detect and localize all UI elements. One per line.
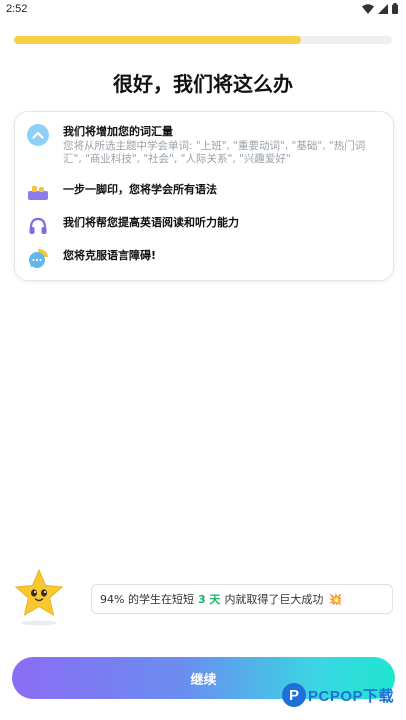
feature-listening: 我们将帮您提高英语阅读和听力能力	[27, 215, 239, 237]
promo-highlight: 3 天	[197, 593, 221, 606]
star-mascot-icon	[14, 568, 64, 626]
watermark-logo-icon: P	[282, 683, 306, 707]
explosion-icon: 💥	[328, 592, 343, 606]
features-card: 我们将增加您的词汇量 您将从所选主题中学会单词: "上班", "重要动词", "…	[14, 111, 394, 281]
status-bar: 2:52	[0, 0, 406, 20]
signal-icon	[378, 3, 388, 14]
feature-description: 您将从所选主题中学会单词: "上班", "重要动词", "基础", "热门词汇"…	[63, 140, 366, 165]
footprint-icon	[28, 186, 48, 200]
wifi-icon	[362, 3, 374, 14]
status-time: 2:52	[6, 3, 28, 15]
chat-bubble-icon	[29, 249, 48, 268]
headphones-icon	[29, 217, 47, 234]
page-title: 很好，我们将这么办	[113, 72, 293, 96]
promo-message: 94% 的学生在短短 3 天 内就取得了巨大成功 💥	[91, 584, 393, 614]
chevron-up-circle-icon	[27, 124, 49, 146]
feature-title: 您将克服语言障碍!	[63, 249, 157, 262]
promo-prefix: 94% 的学生在短短	[100, 593, 194, 606]
progress-fill	[14, 36, 302, 44]
progress-bar	[14, 36, 392, 44]
continue-button-label: 继续	[190, 672, 217, 688]
watermark-text: PCPOP下载	[308, 687, 395, 705]
feature-grammar: 一步一脚印，您将学会所有语法	[27, 182, 217, 204]
promo-suffix: 内就取得了巨大成功	[224, 593, 324, 606]
feature-title: 一步一脚印，您将学会所有语法	[63, 183, 217, 196]
feature-title: 我们将增加您的词汇量	[63, 125, 173, 138]
feature-vocabulary: 我们将增加您的词汇量 您将从所选主题中学会单词: "上班", "重要动词", "…	[27, 124, 381, 166]
watermark: P PCPOP下载	[282, 683, 394, 707]
feature-title: 我们将帮您提高英语阅读和听力能力	[63, 216, 239, 229]
battery-icon	[392, 3, 398, 14]
feature-speaking: 您将克服语言障碍!	[27, 248, 156, 270]
